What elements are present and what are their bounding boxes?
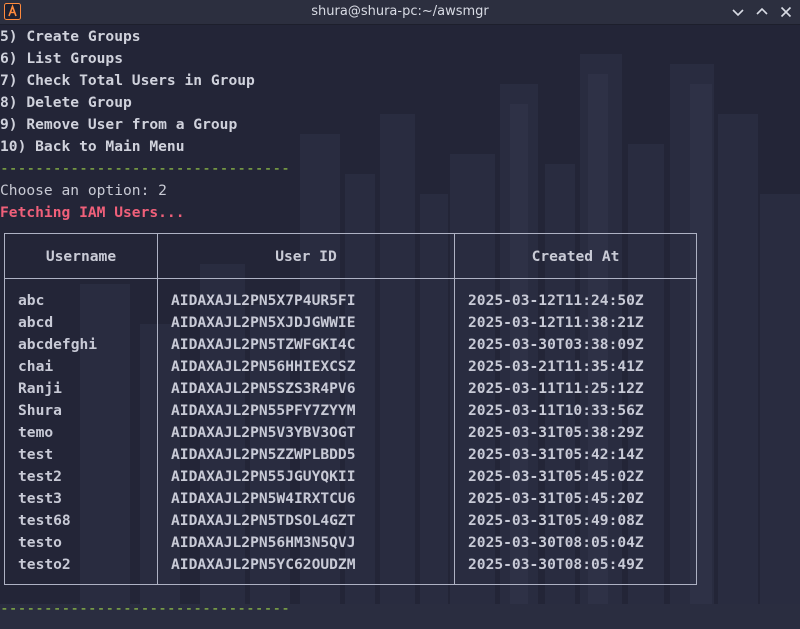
table-row: testo AIDAXAJL2PN56HM3N5QVJ 2025-03-30T08:… xyxy=(5,532,696,554)
menu-item: 6) List Groups xyxy=(0,50,124,67)
table-row: test2 AIDAXAJL2PN55JGUYQKII 2025-03-31T05:… xyxy=(5,466,696,488)
cell-created-at: 2025-03-31T05:45:20Z xyxy=(468,490,644,507)
menu-item: 7) Check Total Users in Group xyxy=(0,72,255,89)
cell-created-at: 2025-03-12T11:38:21Z xyxy=(468,314,644,331)
cell-username: Ranji xyxy=(18,380,62,397)
cell-created-at: 2025-03-21T11:35:41Z xyxy=(468,358,644,375)
cell-user-id: AIDAXAJL2PN5ZZWPLBDD5 xyxy=(171,446,356,463)
chevron-down-icon xyxy=(732,9,744,17)
cell-user-id: AIDAXAJL2PN5TDSOL4GZT xyxy=(171,512,356,529)
cell-username: testo2 xyxy=(18,556,71,573)
cell-user-id: AIDAXAJL2PN56HM3N5QVJ xyxy=(171,534,356,551)
cell-user-id: AIDAXAJL2PN56HHIEXCSZ xyxy=(171,358,356,375)
cell-created-at: 2025-03-30T03:38:09Z xyxy=(468,336,644,353)
option-prompt: Choose an option: 2 xyxy=(0,182,167,199)
table-row: test3 AIDAXAJL2PN5W4IRXTCU6 2025-03-31T05:… xyxy=(5,488,696,510)
cell-username: test2 xyxy=(18,468,62,485)
table-row: test68 AIDAXAJL2PN5TDSOL4GZT 2025-03-31T05… xyxy=(5,510,696,532)
table-row: abc AIDAXAJL2PN5X7P4UR5FI 2025-03-12T11:24… xyxy=(5,290,696,312)
column-header-user-id: User ID xyxy=(275,248,337,265)
table-row: Shura AIDAXAJL2PN55PFY7ZYYM 2025-03-11T10:… xyxy=(5,400,696,422)
cell-created-at: 2025-03-11T11:25:12Z xyxy=(468,380,644,397)
cell-user-id: AIDAXAJL2PN5V3YBV3OGT xyxy=(171,424,356,441)
cell-username: abcd xyxy=(18,314,54,331)
cell-created-at: 2025-03-30T08:05:49Z xyxy=(468,556,644,573)
column-header-username: Username xyxy=(45,248,117,265)
iam-users-table: Username User ID Created At abc AIDAXAJL2… xyxy=(4,233,697,585)
table-row: testo2 AIDAXAJL2PN5YC62OUDZM 2025-03-30T08… xyxy=(5,554,696,576)
cell-created-at: 2025-03-31T05:42:14Z xyxy=(468,446,644,463)
menu-item: 8) Delete Group xyxy=(0,94,132,111)
status-message: Fetching IAM Users... xyxy=(0,204,185,221)
cell-user-id: AIDAXAJL2PN5XJDJGWWIE xyxy=(171,314,356,331)
cell-username: abc xyxy=(18,292,45,309)
cell-username: abcdefghi xyxy=(18,336,98,353)
header-divider xyxy=(5,278,696,279)
table-row: temo AIDAXAJL2PN5V3YBV3OGT 2025-03-31T05:3… xyxy=(5,422,696,444)
cell-created-at: 2025-03-12T11:24:50Z xyxy=(468,292,644,309)
close-icon xyxy=(780,6,792,18)
title-bar[interactable]: shura@shura-pc:~/awsmgr xyxy=(0,0,800,25)
cell-username: testo xyxy=(18,534,62,551)
minimize-button[interactable] xyxy=(728,2,748,22)
terminal-output[interactable]: 5) Create Groups 6) List Groups 7) Check… xyxy=(0,24,800,629)
cell-user-id: AIDAXAJL2PN5YC62OUDZM xyxy=(171,556,356,573)
cell-created-at: 2025-03-31T05:38:29Z xyxy=(468,424,644,441)
terminal-window: shura@shura-pc:~/awsmgr 5) Create Groups… xyxy=(0,0,800,629)
menu-item: 9) Remove User from a Group xyxy=(0,116,238,133)
maximize-button[interactable] xyxy=(752,2,772,22)
menu-item: 10) Back to Main Menu xyxy=(0,138,185,155)
cell-username: test xyxy=(18,446,54,463)
cell-username: test3 xyxy=(18,490,62,507)
table-row: Ranji AIDAXAJL2PN5SZS3R4PV6 2025-03-11T11:… xyxy=(5,378,696,400)
column-header-created-at: Created At xyxy=(531,248,620,265)
cell-created-at: 2025-03-30T08:05:04Z xyxy=(468,534,644,551)
cell-username: chai xyxy=(18,358,54,375)
cell-user-id: AIDAXAJL2PN5W4IRXTCU6 xyxy=(171,490,356,507)
table-body: abc AIDAXAJL2PN5X7P4UR5FI 2025-03-12T11:24… xyxy=(5,290,696,576)
cell-user-id: AIDAXAJL2PN5TZWFGKI4C xyxy=(171,336,356,353)
cell-created-at: 2025-03-31T05:45:02Z xyxy=(468,468,644,485)
cell-username: test68 xyxy=(18,512,71,529)
close-button[interactable] xyxy=(776,2,796,22)
table-row: abcdefghi AIDAXAJL2PN5TZWFGKI4C 2025-03-30… xyxy=(5,334,696,356)
separator-line: --------------------------------- xyxy=(0,160,290,177)
separator-line: --------------------------------- xyxy=(0,600,290,617)
menu-item: 5) Create Groups xyxy=(0,28,141,45)
table-row: chai AIDAXAJL2PN56HHIEXCSZ 2025-03-21T11:3… xyxy=(5,356,696,378)
table-row: abcd AIDAXAJL2PN5XJDJGWWIE 2025-03-12T11:3… xyxy=(5,312,696,334)
cell-created-at: 2025-03-31T05:49:08Z xyxy=(468,512,644,529)
cell-user-id: AIDAXAJL2PN55PFY7ZYYM xyxy=(171,402,356,419)
cell-user-id: AIDAXAJL2PN55JGUYQKII xyxy=(171,468,356,485)
cell-username: temo xyxy=(18,424,54,441)
table-row: test AIDAXAJL2PN5ZZWPLBDD5 2025-03-31T05:4… xyxy=(5,444,696,466)
cell-created-at: 2025-03-11T10:33:56Z xyxy=(468,402,644,419)
window-title: shura@shura-pc:~/awsmgr xyxy=(311,4,489,19)
cell-user-id: AIDAXAJL2PN5SZS3R4PV6 xyxy=(171,380,356,397)
chevron-up-icon xyxy=(756,7,768,15)
cell-user-id: AIDAXAJL2PN5X7P4UR5FI xyxy=(171,292,356,309)
cell-username: Shura xyxy=(18,402,62,419)
